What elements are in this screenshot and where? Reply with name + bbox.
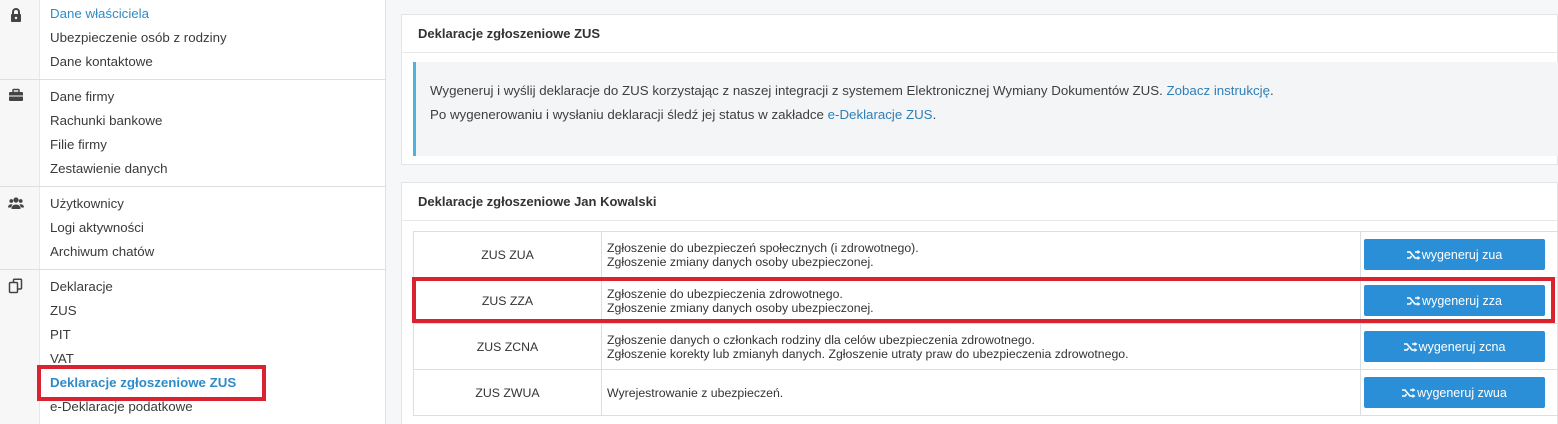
declarations-panel-title: Deklaracje zgłoszeniowe Jan Kowalski <box>402 183 1557 221</box>
generate-button-label: wygeneruj zwua <box>1417 385 1507 400</box>
zus-info-panel: Deklaracje zgłoszeniowe ZUS Wygeneruj i … <box>401 14 1558 165</box>
sidebar-item-users[interactable]: Użytkownicy <box>50 192 154 216</box>
sidebar-item-declarations[interactable]: Deklaracje <box>50 275 236 299</box>
declaration-code: ZUS ZWUA <box>413 369 602 416</box>
description-line-1: Zgłoszenie do ubezpieczeń społecznych (i… <box>607 240 919 255</box>
info-callout: Wygeneruj i wyślij deklaracje do ZUS kor… <box>413 62 1558 156</box>
settings-sidebar: Dane właściciela Ubezpieczenie osób z ro… <box>0 0 386 424</box>
declaration-description: Zgłoszenie danych o członkach rodziny dl… <box>601 323 1361 370</box>
declaration-description: Wyrejestrowanie z ubezpieczeń. <box>601 369 1361 416</box>
description-line-1: Wyrejestrowanie z ubezpieczeń. <box>607 385 784 400</box>
info-line-2-end: . <box>932 107 937 122</box>
generate-button-label: wygeneruj zua <box>1421 247 1503 262</box>
sidebar-item-activity-logs[interactable]: Logi aktywności <box>50 216 154 240</box>
shuffle-icon <box>1403 341 1418 352</box>
briefcase-icon <box>8 87 24 103</box>
description-line-1: Zgłoszenie danych o członkach rodziny dl… <box>607 332 1035 347</box>
info-line-1: Wygeneruj i wyślij deklaracje do ZUS kor… <box>430 79 1558 103</box>
generate-button[interactable]: wygeneruj zua <box>1364 239 1545 270</box>
sidebar-item-contact-data[interactable]: Dane kontaktowe <box>50 50 227 74</box>
sidebar-item-bank-accounts[interactable]: Rachunki bankowe <box>50 109 168 133</box>
info-line-2-text: Po wygenerowaniu i wysłaniu deklaracji ś… <box>430 107 828 122</box>
action-cell: wygeneruj zwua <box>1360 369 1558 416</box>
info-line-2: Po wygenerowaniu i wysłaniu deklaracji ś… <box>430 103 1558 127</box>
shuffle-icon <box>1402 387 1416 398</box>
table-row: ZUS ZCNA Zgłoszenie danych o członkach ro… <box>413 323 1558 370</box>
sidebar-group-company: Dane firmy Rachunki bankowe Filie firmy … <box>0 80 386 187</box>
sidebar-group-users: Użytkownicy Logi aktywności Archiwum cha… <box>0 187 386 270</box>
generate-button[interactable]: wygeneruj zcna <box>1364 331 1545 362</box>
table-row: ZUS ZWUA Wyrejestrowanie z ubezpieczeń. wy… <box>413 369 1558 416</box>
generate-button-label: wygeneruj zcna <box>1418 339 1506 354</box>
sidebar-item-branches[interactable]: Filie firmy <box>50 133 168 157</box>
action-cell: wygeneruj zua <box>1360 231 1558 278</box>
highlight-box-zza-row <box>412 277 1555 323</box>
info-panel-title: Deklaracje zgłoszeniowe ZUS <box>402 15 1557 53</box>
table-row: ZUS ZUA Zgłoszenie do ubezpieczeń społecz… <box>413 231 1558 278</box>
declaration-code: ZUS ZCNA <box>413 323 602 370</box>
description-line-2: Zgłoszenie zmiany danych osoby ubezpiecz… <box>607 254 874 269</box>
sidebar-group-owner: Dane właściciela Ubezpieczenie osób z ro… <box>0 0 386 80</box>
action-cell: wygeneruj zcna <box>1360 323 1558 370</box>
generate-button[interactable]: wygeneruj zwua <box>1364 377 1545 408</box>
declarations-table: ZUS ZUA Zgłoszenie do ubezpieczeń społecz… <box>413 231 1558 416</box>
copy-icon <box>8 278 24 294</box>
shuffle-icon <box>1406 249 1421 260</box>
description-line-2: Zgłoszenie korekty lub zmianyh danych. Z… <box>607 346 1129 361</box>
e-declarations-zus-link[interactable]: e-Deklaracje ZUS <box>828 107 933 122</box>
users-icon <box>8 195 24 211</box>
declaration-code: ZUS ZUA <box>413 231 602 278</box>
sidebar-item-owner-data[interactable]: Dane właściciela <box>50 2 227 26</box>
sidebar-item-family-insurance[interactable]: Ubezpieczenie osób z rodziny <box>50 26 227 50</box>
sidebar-item-zus[interactable]: ZUS <box>50 299 236 323</box>
sidebar-item-company-data[interactable]: Dane firmy <box>50 85 168 109</box>
declaration-description: Zgłoszenie do ubezpieczeń społecznych (i… <box>601 231 1361 278</box>
sidebar-item-pit[interactable]: PIT <box>50 323 236 347</box>
sidebar-item-chat-archive[interactable]: Archiwum chatów <box>50 240 154 264</box>
lock-icon <box>8 7 24 23</box>
info-line-1-end: . <box>1269 83 1274 98</box>
instructions-link[interactable]: Zobacz instrukcję <box>1167 83 1270 98</box>
highlight-box-sidebar <box>37 365 266 401</box>
sidebar-item-data-summary[interactable]: Zestawienie danych <box>50 157 168 181</box>
info-line-1-text: Wygeneruj i wyślij deklaracje do ZUS kor… <box>430 83 1167 98</box>
